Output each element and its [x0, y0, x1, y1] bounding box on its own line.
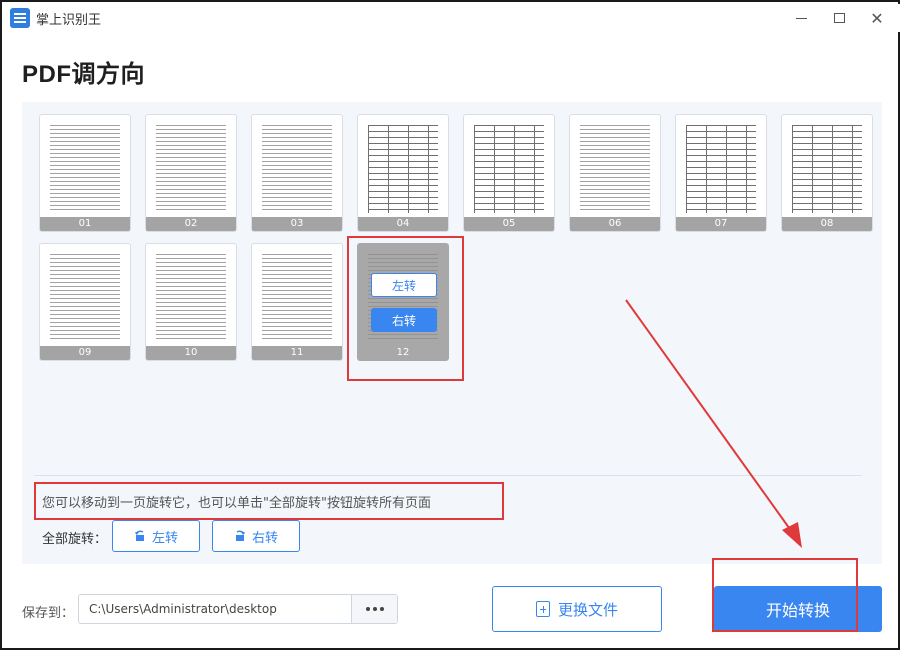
minimize-icon [795, 17, 807, 19]
app-title: 掌上识别王 [36, 13, 102, 28]
page-thumbnail[interactable]: 01 [39, 114, 131, 232]
rotate-all-right-label: 右转 [251, 530, 278, 546]
page-preview [156, 125, 226, 213]
page-preview [580, 125, 650, 213]
annotation-highlight-box [347, 236, 464, 381]
minimize-button[interactable] [784, 6, 818, 30]
page-number: 04 [358, 217, 448, 231]
page-preview [792, 125, 862, 213]
maximize-button[interactable] [822, 6, 856, 30]
page-thumbnail-panel: 01 02 03 04 05 06 07 08 09 10 11 左转 右转 1… [22, 102, 882, 564]
page-number: 10 [146, 346, 236, 360]
add-file-icon [535, 601, 550, 617]
page-thumbnail[interactable]: 08 [781, 114, 873, 232]
page-number: 09 [40, 346, 130, 360]
page-thumbnail[interactable]: 11 [251, 243, 343, 361]
save-to-label: 保存到： [22, 606, 75, 621]
page-thumbnail[interactable]: 03 [251, 114, 343, 232]
more-dot [365, 607, 370, 611]
change-file-button[interactable]: 更换文件 [492, 586, 662, 632]
page-preview [686, 125, 756, 213]
rotate-all-label: 全部旋转： [42, 532, 108, 547]
page-thumbnail[interactable]: 07 [675, 114, 767, 232]
page-number: 08 [782, 217, 872, 231]
page-thumbnail[interactable]: 09 [39, 243, 131, 361]
close-button[interactable]: ✕ [860, 6, 894, 30]
page-number: 05 [464, 217, 554, 231]
page-number: 03 [252, 217, 342, 231]
page-number: 06 [570, 217, 660, 231]
save-path-field [78, 594, 398, 624]
page-preview [262, 254, 332, 342]
rotate-all-right-button[interactable]: 右转 [212, 520, 300, 552]
page-preview [262, 125, 332, 213]
page-thumbnail[interactable]: 10 [145, 243, 237, 361]
rotate-all-left-button[interactable]: 左转 [112, 520, 200, 552]
page-thumbnail[interactable]: 05 [463, 114, 555, 232]
annotation-highlight-box [712, 558, 858, 632]
close-icon: ✕ [870, 8, 884, 28]
page-title: PDF调方向 [22, 61, 145, 88]
page-thumbnail[interactable]: 02 [145, 114, 237, 232]
page-preview [156, 254, 226, 342]
page-thumbnail[interactable]: 04 [357, 114, 449, 232]
change-file-label: 更换文件 [557, 600, 618, 619]
page-number: 07 [676, 217, 766, 231]
rotate-all-left-label: 左转 [151, 530, 178, 546]
page-number: 01 [40, 217, 130, 231]
page-number: 11 [252, 346, 342, 360]
annotation-highlight-box [34, 482, 504, 520]
maximize-icon [833, 13, 845, 23]
app-window: 掌上识别王 ✕ PDF调方向 01 02 03 04 05 06 07 08 0… [0, 0, 900, 650]
divider [34, 475, 862, 476]
page-thumbnail[interactable]: 06 [569, 114, 661, 232]
page-preview [50, 254, 120, 342]
more-dot [379, 607, 384, 611]
browse-folder-button[interactable] [351, 595, 397, 623]
page-preview [50, 125, 120, 213]
more-dot [372, 607, 377, 611]
page-number: 02 [146, 217, 236, 231]
page-preview [474, 125, 544, 213]
rotate-right-icon [234, 530, 246, 542]
rotate-left-icon [134, 530, 146, 542]
app-logo-icon [10, 8, 30, 28]
title-bar: 掌上识别王 ✕ [4, 4, 900, 32]
save-path-input[interactable] [79, 595, 351, 623]
page-preview [368, 125, 438, 213]
